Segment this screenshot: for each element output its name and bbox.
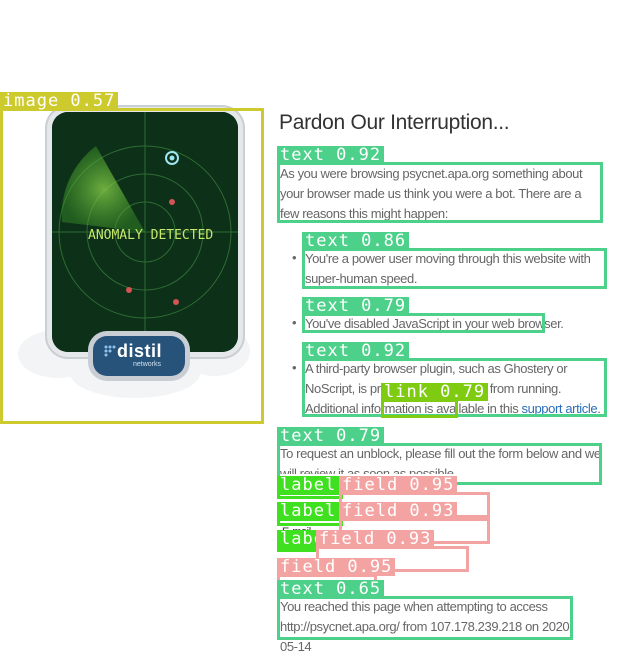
detection-box-label: label 0 [277, 502, 362, 526]
detection-tag: field 0.93 [316, 530, 435, 548]
detection-tag: image 0.57 [0, 92, 119, 110]
bullet-dot: • [292, 250, 297, 265]
detection-tag: text 0.86 [302, 232, 410, 250]
detection-tag: text 0.79 [277, 427, 385, 445]
detection-tag: field 0.93 [339, 502, 458, 520]
detection-box-label: labe [277, 530, 328, 552]
page-title: Pardon Our Interruption... [279, 111, 510, 134]
detection-tag: field 0.95 [339, 476, 458, 494]
detection-tag: text 0.92 [302, 342, 410, 360]
detection-box-text: text 0.92 [277, 146, 603, 223]
detection-tag: text 0.92 [277, 146, 385, 164]
bullet-dot: • [292, 360, 297, 375]
bullet-dot: • [292, 315, 297, 330]
detection-tag: link 0.79 [381, 383, 489, 401]
detection-tag: field 0.95 [277, 558, 396, 576]
detection-tag: text 0.65 [277, 580, 385, 598]
detection-box-text: text 0.65 [277, 580, 573, 640]
detection-box-text: text 0.86 [302, 232, 607, 289]
detection-box-label: label 0 [277, 476, 362, 499]
detection-box-text: text 0.79 [302, 297, 545, 333]
detection-tag: text 0.79 [302, 297, 410, 315]
detection-box-link: link 0.79 [381, 383, 489, 418]
detection-box-image: image 0.57 [0, 92, 264, 424]
